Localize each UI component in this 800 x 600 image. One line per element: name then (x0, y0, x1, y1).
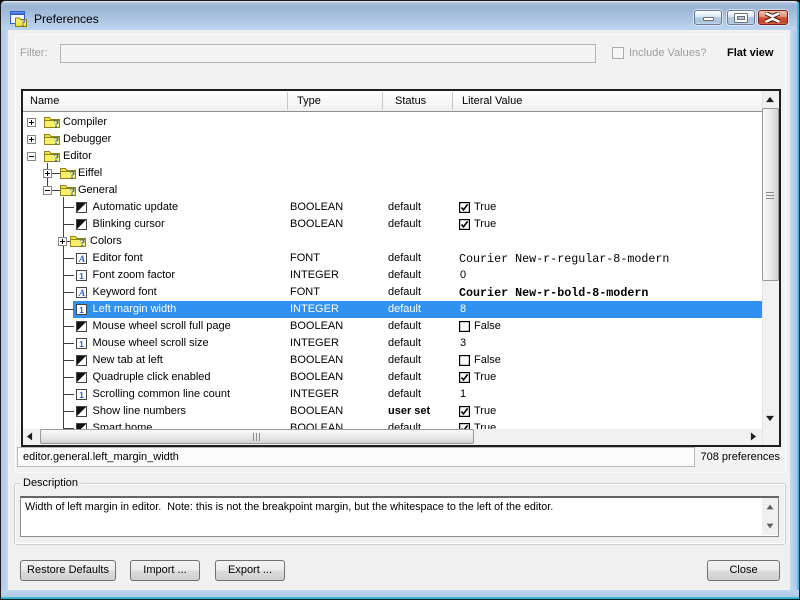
svg-text:?: ? (54, 153, 60, 163)
svg-text:?: ? (69, 187, 75, 197)
svg-text:?: ? (54, 136, 60, 146)
svg-text:?: ? (69, 170, 75, 180)
svg-text:A: A (77, 255, 84, 264)
svg-text:1: 1 (79, 271, 84, 281)
svg-text:1: 1 (79, 305, 84, 315)
svg-text:A: A (77, 289, 84, 298)
svg-text:1: 1 (79, 339, 84, 349)
svg-text:?: ? (21, 18, 26, 27)
svg-text:?: ? (80, 238, 86, 248)
svg-text:?: ? (54, 119, 60, 129)
svg-text:1: 1 (79, 390, 84, 400)
